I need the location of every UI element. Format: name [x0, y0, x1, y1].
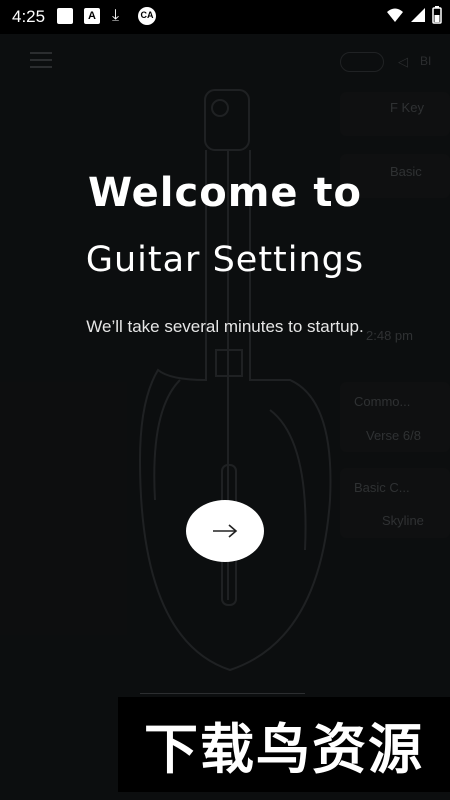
- a-badge-icon: A: [84, 8, 100, 24]
- watermark: 下载鸟资源: [118, 697, 450, 792]
- welcome-title-line1: Welcome to: [87, 170, 363, 216]
- status-time: 4:25: [12, 7, 46, 26]
- onboarding-overlay: [0, 34, 450, 800]
- ca-app-icon: CA: [138, 7, 156, 25]
- next-button[interactable]: [186, 500, 264, 562]
- status-bar: 4:25 A ⤓ CA: [0, 0, 450, 34]
- cell-signal-icon: [411, 8, 425, 22]
- welcome-subtitle: We’ll take several minutes to startup.: [86, 317, 364, 336]
- wifi-icon: [387, 8, 403, 22]
- bottom-divider: [140, 693, 305, 694]
- welcome-title-line2: Guitar Settings: [85, 240, 365, 280]
- watermark-text: 下载鸟资源: [144, 718, 424, 781]
- battery-icon: [432, 6, 442, 24]
- arrow-right-icon: [213, 524, 238, 538]
- download-icon: ⤓: [112, 7, 120, 24]
- notification-square-icon: [57, 8, 73, 24]
